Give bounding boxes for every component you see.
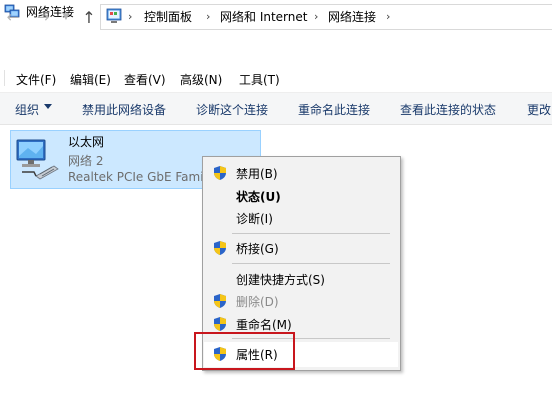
breadcrumb-network-connections[interactable]: 网络连接 [328,8,376,25]
uac-shield-icon [214,166,226,180]
menu-edit[interactable]: 编辑(E) [70,71,111,88]
disable-device-button[interactable]: 禁用此网络设备 [82,101,166,118]
ethernet-adapter-icon [16,139,59,180]
ctx-disable[interactable]: 禁用(B) [236,165,278,182]
adapter-name: 以太网 [68,135,105,149]
context-menu-separator [232,233,390,234]
ctx-delete: 删除(D) [236,295,279,309]
breadcrumb-control-panel[interactable]: 控制面板 [144,8,192,25]
ctx-rename[interactable]: 重命名(M) [236,316,292,333]
organize-dropdown-icon[interactable] [44,104,52,109]
forward-arrow-icon[interactable]: → [34,8,52,26]
menu-tools[interactable]: 工具(T) [239,71,280,88]
organize-button[interactable]: 组织 [15,101,39,118]
diagnose-button[interactable]: 诊断这个连接 [196,101,268,118]
ctx-diagnose[interactable]: 诊断(I) [236,210,273,227]
uac-shield-icon [214,317,226,331]
menu-grip [4,70,5,86]
breadcrumb-separator-icon[interactable]: › [314,10,318,23]
context-menu-separator [232,263,390,264]
menu-advanced[interactable]: 高级(N) [180,71,222,88]
control-panel-icon [106,8,122,23]
up-arrow-icon[interactable]: ↑ [80,8,98,27]
adapter-network-status: 网络 2 [68,154,104,168]
uac-shield-icon [214,294,226,308]
breadcrumb-separator-icon[interactable]: › [206,10,210,23]
breadcrumb-separator-icon[interactable]: › [386,10,390,23]
uac-shield-icon [214,241,226,255]
ctx-status[interactable]: 状态(U) [236,188,281,205]
rename-button[interactable]: 重命名此连接 [298,101,370,118]
ctx-bridge[interactable]: 桥接(G) [236,240,279,257]
menu-file[interactable]: 文件(F) [16,71,56,88]
breadcrumb-separator-icon[interactable]: › [128,10,132,23]
back-arrow-icon[interactable]: ← [4,8,22,26]
menu-view[interactable]: 查看(V) [124,71,166,88]
highlight-annotation-box [194,332,295,370]
recent-locations-chevron-icon[interactable]: ▼ [60,8,72,26]
change-settings-button[interactable]: 更改 [527,101,551,118]
breadcrumb-network-internet[interactable]: 网络和 Internet [220,8,307,25]
navigation-bar [0,28,552,62]
ctx-create-shortcut[interactable]: 创建快捷方式(S) [236,271,325,288]
view-status-button[interactable]: 查看此连接的状态 [400,101,496,118]
